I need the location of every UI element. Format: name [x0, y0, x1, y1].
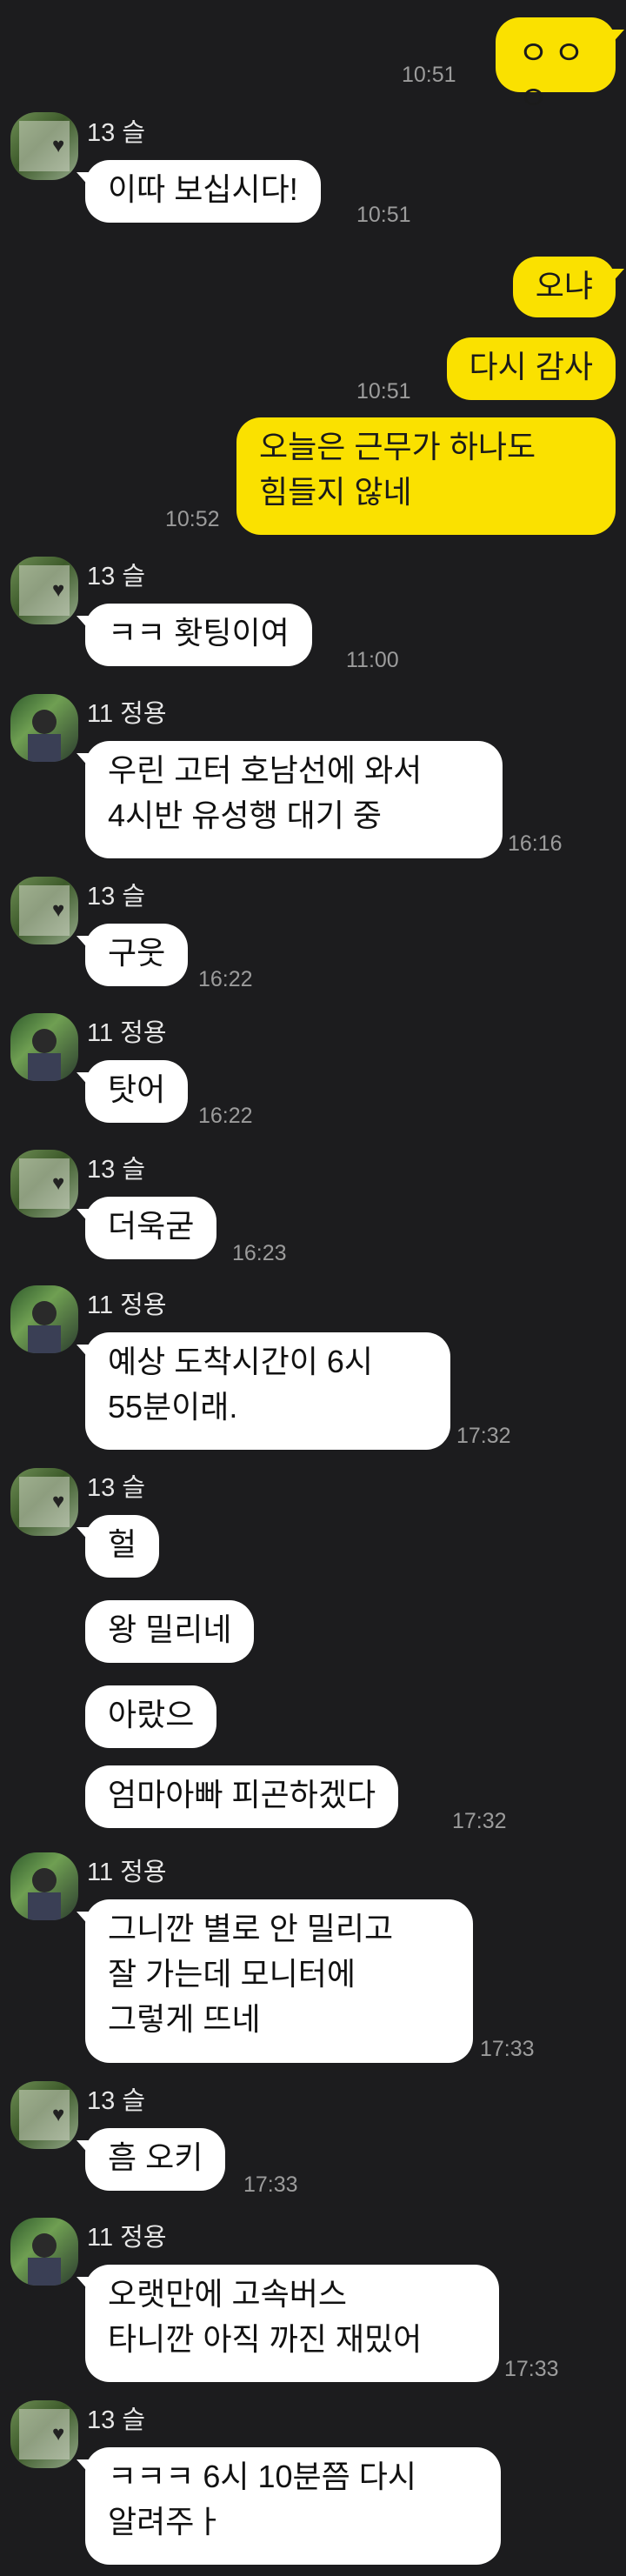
avatar[interactable] — [10, 1013, 78, 1081]
my-message-bubble[interactable]: 오냐 — [512, 257, 625, 317]
svg-text:♥: ♥ — [52, 1490, 64, 1513]
sender-name: 11 정용 — [87, 1291, 167, 1319]
svg-text:♥: ♥ — [52, 1171, 64, 1195]
svg-text:♥: ♥ — [52, 898, 64, 922]
avatar[interactable]: ♥ — [10, 557, 78, 624]
message-bubble[interactable]: 구웃 — [76, 924, 189, 986]
sender-name: 11 정용 — [87, 1019, 167, 1047]
avatar[interactable] — [10, 1852, 78, 1920]
message-bubble[interactable]: ㅋㅋㅋ 6시 10분쯤 다시 알려주ㅏ — [77, 2447, 501, 2565]
message-bubble[interactable]: 헐 — [76, 1515, 160, 1578]
message-bubble[interactable]: 왕 밀리네 — [85, 1600, 255, 1663]
sender-name: 13 슬 — [87, 2406, 145, 2434]
svg-text:♥: ♥ — [52, 2103, 64, 2126]
sender-name: 13 슬 — [87, 883, 145, 911]
avatar[interactable]: ♥ — [10, 2400, 78, 2468]
sender-name: 13 슬 — [87, 119, 145, 147]
message-time: 17:32 — [456, 1424, 511, 1448]
avatar[interactable]: ♥ — [10, 1468, 78, 1536]
message-time: 10:51 — [402, 63, 456, 87]
message-bubble[interactable]: 우린 고터 호남선에 와서 4시반 유성행 대기 중 — [77, 741, 503, 858]
message-bubble[interactable]: 더욱굳 — [76, 1197, 217, 1259]
avatar[interactable] — [10, 2218, 78, 2286]
message-time: 10:51 — [356, 203, 411, 227]
sender-name: 11 정용 — [87, 2224, 167, 2252]
message-time: 16:22 — [198, 967, 253, 991]
message-bubble[interactable]: 아랐으 — [85, 1685, 217, 1748]
avatar[interactable]: ♥ — [10, 877, 78, 944]
message-time: 16:23 — [232, 1241, 287, 1265]
sender-name: 11 정용 — [87, 1859, 167, 1886]
message-bubble[interactable]: 탓어 — [76, 1060, 189, 1123]
message-bubble[interactable]: ㅋㅋ 홧팅이여 — [77, 604, 312, 666]
message-bubble[interactable]: 오랫만에 고속버스 타니깐 아직 까진 재밌어 — [77, 2265, 499, 2382]
avatar[interactable] — [10, 1285, 78, 1353]
my-message-bubble[interactable]: ㅇㅇㅇ — [496, 17, 624, 117]
avatar[interactable] — [10, 694, 78, 762]
message-bubble[interactable]: 흠 오키 — [76, 2128, 226, 2191]
avatar[interactable]: ♥ — [10, 1150, 78, 1218]
my-message-bubble[interactable]: 다시 감사 — [446, 337, 616, 400]
chat-room[interactable]: ㅇㅇㅇ 10:51 ♥ 13 슬 이따 보십시다! 10:51 오냐 다시 감사… — [0, 0, 626, 2576]
avatar[interactable]: ♥ — [10, 112, 78, 180]
message-time: 17:33 — [243, 2172, 298, 2197]
message-time: 11:00 — [346, 648, 399, 672]
avatar[interactable]: ♥ — [10, 2081, 78, 2149]
message-time: 17:32 — [452, 1809, 507, 1833]
sender-name: 13 슬 — [87, 2087, 145, 2115]
message-time: 10:51 — [356, 379, 411, 404]
message-bubble[interactable]: 이따 보십시다! — [77, 160, 321, 223]
sender-name: 13 슬 — [87, 1156, 145, 1184]
message-time: 16:22 — [198, 1104, 253, 1128]
message-time: 16:16 — [508, 831, 563, 856]
message-time: 17:33 — [504, 2357, 559, 2381]
sender-name: 13 슬 — [87, 1474, 145, 1502]
sender-name: 11 정용 — [87, 700, 167, 728]
message-bubble[interactable]: 그니깐 별로 안 밀리고 잘 가는데 모니터에 그렇게 뜨네 — [77, 1899, 473, 2063]
svg-text:♥: ♥ — [52, 578, 64, 602]
svg-text:♥: ♥ — [52, 134, 64, 157]
message-bubble[interactable]: 엄마아빠 피곤하겠다 — [85, 1765, 399, 1828]
message-time: 10:52 — [165, 507, 220, 531]
sender-name: 13 슬 — [87, 563, 145, 591]
svg-text:♥: ♥ — [52, 2422, 64, 2446]
my-message-bubble[interactable]: 오늘은 근무가 하나도 힘들지 않네 — [236, 417, 616, 535]
message-bubble[interactable]: 예상 도착시간이 6시 55분이래. — [77, 1332, 450, 1450]
message-time: 17:33 — [480, 2037, 535, 2061]
